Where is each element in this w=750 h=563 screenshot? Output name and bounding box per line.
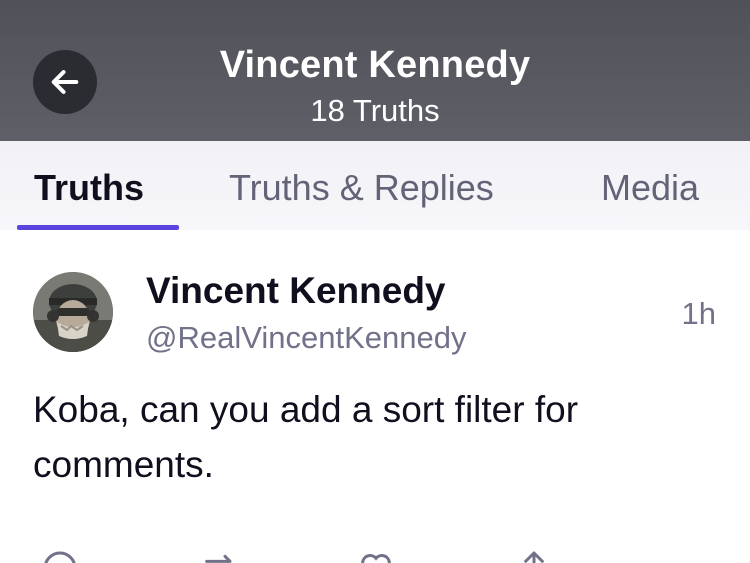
post-card[interactable]: Vincent Kennedy @RealVincentKennedy 1h K… [0, 230, 750, 563]
post-text: Koba, can you add a sort filter for comm… [33, 389, 579, 485]
post-author-handle[interactable]: @RealVincentKennedy [146, 320, 466, 356]
tab-truths-and-replies[interactable]: Truths & Replies [229, 167, 494, 209]
share-icon[interactable] [514, 548, 554, 563]
reply-icon[interactable] [40, 548, 80, 563]
retruth-icon[interactable] [200, 548, 240, 563]
profile-tabs: Truths Truths & Replies Media [0, 141, 750, 230]
avatar[interactable] [33, 272, 113, 352]
truth-count: 18 Truths [310, 93, 440, 128]
tab-media[interactable]: Media [601, 167, 699, 209]
post-timestamp: 1h [681, 296, 716, 331]
tab-truths[interactable]: Truths [34, 167, 144, 209]
like-icon[interactable] [356, 548, 396, 563]
profile-header: Vincent Kennedy 18 Truths [0, 0, 750, 141]
post-author-name[interactable]: Vincent Kennedy [146, 270, 446, 312]
profile-name-title: Vincent Kennedy [219, 44, 531, 86]
